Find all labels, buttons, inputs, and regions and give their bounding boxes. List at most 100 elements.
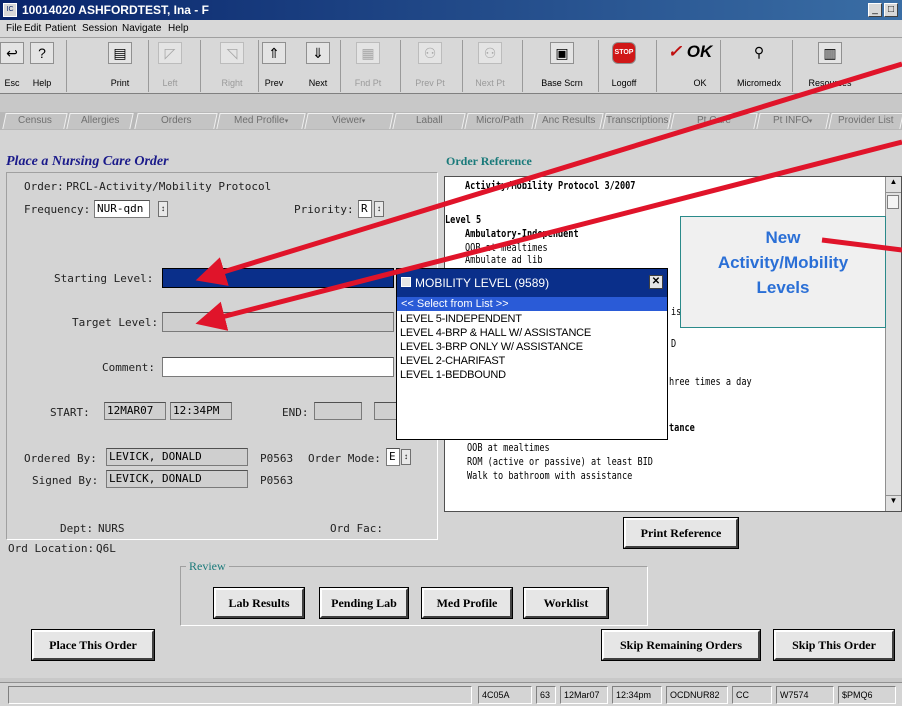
callout-line: Levels — [756, 278, 810, 297]
minimize-icon[interactable]: _ — [868, 3, 882, 17]
tab-anc-results[interactable]: Anc Results — [534, 113, 604, 129]
status-bar: 4C05A 63 12Mar07 12:34pm OCDNUR82 CC W75… — [0, 682, 902, 706]
list-item[interactable]: LEVEL 5-INDEPENDENT — [400, 313, 522, 325]
tab-viewer[interactable]: Viewer▾ — [304, 113, 394, 129]
menu-file[interactable]: File — [6, 23, 22, 34]
micromedx-button[interactable]: ⚲ Micromedx — [724, 42, 794, 90]
med-profile-button[interactable]: Med Profile — [421, 587, 513, 619]
start-time-field[interactable]: 12:34PM — [170, 402, 232, 420]
comment-field[interactable] — [162, 357, 394, 377]
next-button[interactable]: ⇓ Next — [294, 42, 342, 90]
reference-line: Ambulate ad lib — [465, 253, 543, 266]
tab-census[interactable]: Census — [2, 113, 68, 129]
status-cell: OCDNUR82 — [666, 686, 728, 704]
frequency-spinner[interactable]: ↕ — [158, 201, 168, 217]
signed-by-field[interactable]: LEVICK, DONALD — [106, 470, 248, 488]
close-icon[interactable]: ✕ — [649, 275, 663, 289]
start-date-field[interactable]: 12MAR07 — [104, 402, 166, 420]
menu-session[interactable]: Session — [82, 23, 118, 34]
printer-icon: ▤ — [108, 42, 132, 64]
frequency-label: Frequency: — [24, 203, 91, 216]
tab-pt-info[interactable]: Pt INFO▾ — [756, 113, 830, 129]
status-cell: 12:34pm — [612, 686, 662, 704]
prev-icon: ⇑ — [262, 42, 286, 64]
logoff-button[interactable]: STOP Logoff — [600, 42, 648, 90]
skip-remaining-button[interactable]: Skip Remaining Orders — [601, 629, 761, 661]
order-mode-field[interactable]: E — [386, 448, 400, 466]
scroll-thumb[interactable] — [887, 195, 899, 209]
order-value: PRCL-Activity/Mobility Protocol — [66, 180, 272, 193]
priority-spinner[interactable]: ↕ — [374, 201, 384, 217]
tab-allergies[interactable]: Allergies — [66, 113, 134, 129]
prev-patient-icon: ⚇ — [418, 42, 442, 64]
stop-icon: STOP — [612, 42, 636, 64]
place-order-button[interactable]: Place This Order — [31, 629, 155, 661]
reference-line: Ambulatory-Independent — [465, 227, 579, 240]
base-screen-button[interactable]: ▣ Base Scrn — [538, 42, 586, 90]
left-button[interactable]: ◸ Left — [146, 42, 194, 90]
order-mode-spinner[interactable]: ↕ — [401, 449, 411, 465]
menu-help[interactable]: Help — [168, 23, 189, 34]
order-label: Order: — [24, 180, 64, 193]
reference-line: tance — [669, 421, 695, 434]
target-level-field[interactable] — [162, 312, 394, 332]
ord-location-value: Q6L — [96, 542, 116, 555]
popup-title-bar: MOBILITY LEVEL (9589) — [397, 269, 667, 297]
menu-edit[interactable]: Edit — [24, 23, 41, 34]
tab-micro-path[interactable]: Micro/Path — [464, 113, 536, 129]
tab-orders[interactable]: Orders — [134, 113, 218, 129]
menu-navigate[interactable]: Navigate — [122, 23, 161, 34]
menu-patient[interactable]: Patient — [45, 23, 76, 34]
next-patient-button[interactable]: ⚇ Next Pt — [466, 42, 514, 90]
find-patient-button[interactable]: ▦ Fnd Pt — [344, 42, 392, 90]
tab-laball[interactable]: Laball — [392, 113, 466, 129]
worklist-button[interactable]: Worklist — [523, 587, 609, 619]
skip-order-button[interactable]: Skip This Order — [773, 629, 895, 661]
end-date-field[interactable] — [314, 402, 362, 420]
list-item[interactable]: LEVEL 2-CHARIFAST — [400, 355, 505, 367]
status-cell: 63 — [536, 686, 556, 704]
ok-button[interactable]: ✓ OK OK — [662, 42, 718, 90]
prev-button[interactable]: ⇑ Prev — [250, 42, 298, 90]
pending-lab-button[interactable]: Pending Lab — [319, 587, 409, 619]
tab-med-profile[interactable]: Med Profile▾ — [216, 113, 306, 129]
starting-level-field[interactable] — [162, 268, 394, 288]
next-icon: ⇓ — [306, 42, 330, 64]
print-reference-button[interactable]: Print Reference — [623, 517, 739, 549]
resources-button[interactable]: ▥ Resources — [800, 42, 860, 90]
signed-by-label: Signed By: — [32, 474, 99, 487]
reference-line: Activity/Mobility Protocol 3/2007 — [465, 179, 636, 192]
list-item[interactable]: LEVEL 1-BEDBOUND — [400, 369, 506, 381]
reference-scrollbar[interactable]: ▲ ▼ — [885, 177, 901, 511]
reference-line: Walk to bathroom with assistance — [467, 469, 633, 482]
print-button[interactable]: ▤ Print — [96, 42, 144, 90]
help-button[interactable]: ? Help — [24, 42, 60, 90]
tab-transcriptions[interactable]: Transcriptions — [602, 113, 672, 129]
right-button[interactable]: ◹ Right — [208, 42, 256, 90]
toolbar: ↩ Esc ? Help ▤ Print ◸ Left ◹ Right ⇑ Prev ⇓ Ne… — [0, 38, 902, 94]
ordered-by-field[interactable]: LEVICK, DONALD — [106, 448, 248, 466]
page-title: Place a Nursing Care Order — [6, 154, 169, 169]
window-title: 10014020 ASHFORDTEST, Ina - F — [22, 3, 209, 17]
scroll-up-icon[interactable]: ▲ — [886, 177, 901, 193]
scroll-down-icon[interactable]: ▼ — [886, 495, 901, 511]
order-mode-label: Order Mode: — [308, 452, 381, 465]
frequency-field[interactable]: NUR-qdn — [94, 200, 150, 218]
lab-results-button[interactable]: Lab Results — [213, 587, 305, 619]
list-item[interactable]: LEVEL 4-BRP & HALL W/ ASSISTANCE — [400, 327, 591, 339]
review-label: Review — [186, 559, 229, 574]
prev-patient-button[interactable]: ⚇ Prev Pt — [406, 42, 454, 90]
end-time-field[interactable] — [374, 402, 398, 420]
next-patient-icon: ⚇ — [478, 42, 502, 64]
callout-box: New Activity/Mobility Levels — [680, 216, 886, 328]
popup-list-header[interactable]: << Select from List >> — [397, 297, 667, 311]
reference-line: Level 5 — [445, 213, 482, 226]
maximize-icon[interactable]: □ — [884, 3, 898, 17]
dept-label: Dept: — [60, 522, 94, 535]
tab-pt-care[interactable]: Pt Care — [670, 113, 758, 129]
popup-window-icon — [401, 277, 411, 287]
find-patient-icon: ▦ — [356, 42, 380, 64]
priority-field[interactable]: R — [358, 200, 372, 218]
tab-provider-list[interactable]: Provider List — [828, 113, 902, 129]
list-item[interactable]: LEVEL 3-BRP ONLY W/ ASSISTANCE — [400, 341, 583, 353]
